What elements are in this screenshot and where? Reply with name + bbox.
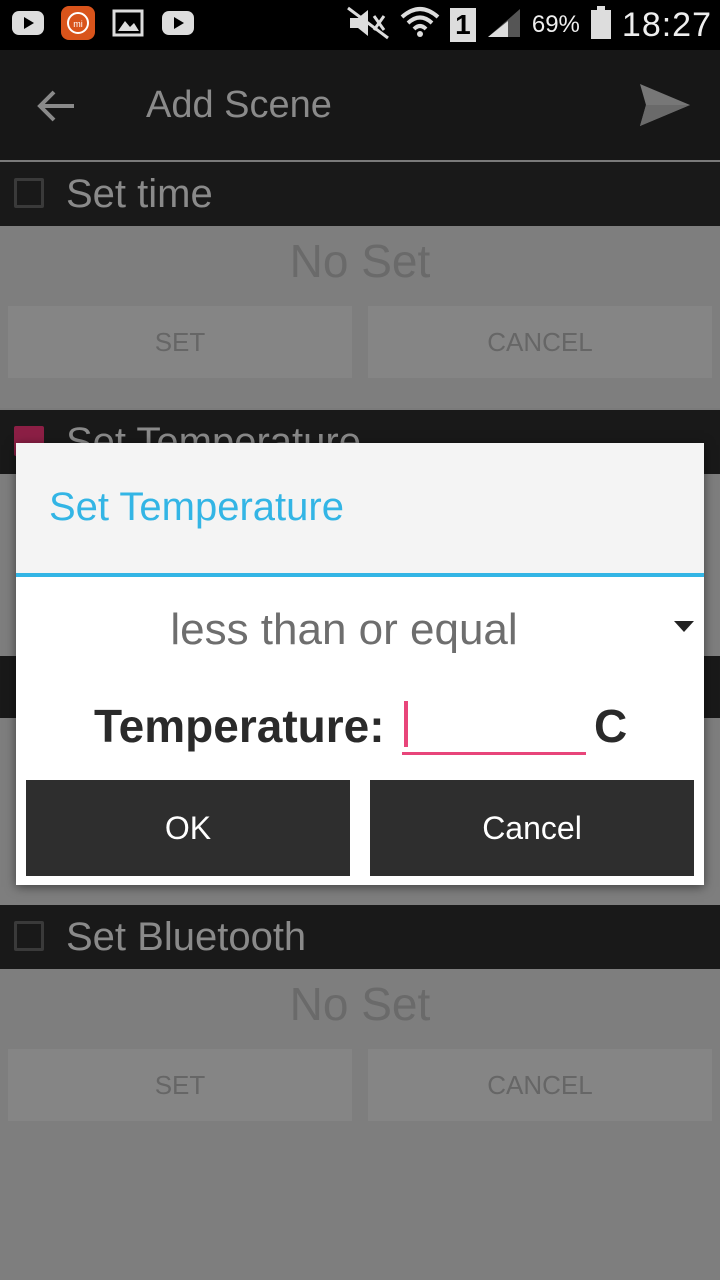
section-header-time: Set time — [0, 162, 720, 226]
section-label: Set time — [66, 172, 213, 216]
time-cancel-button[interactable]: CANCEL — [368, 306, 712, 378]
sim-icon: 1 — [449, 8, 476, 42]
mute-icon — [346, 6, 390, 45]
app-bar: Add Scene — [0, 50, 720, 160]
status-bar: mi 1 69% 18:27 — [0, 0, 720, 50]
gallery-icon — [110, 8, 146, 38]
bluetooth-checkbox[interactable] — [14, 921, 44, 951]
bluetooth-value: No Set — [289, 978, 431, 1030]
time-value: No Set — [289, 235, 431, 287]
comparison-value: less than or equal — [170, 605, 518, 654]
dialog-header: Set Temperature — [16, 443, 704, 577]
cancel-button[interactable]: Cancel — [370, 780, 694, 876]
text-cursor — [404, 701, 408, 747]
temperature-label: Temperature: — [94, 700, 385, 752]
dropdown-arrow-icon — [674, 621, 694, 632]
comparison-spinner[interactable]: less than or equal — [16, 577, 704, 677]
send-icon[interactable] — [636, 80, 692, 130]
section-header-bluetooth: Set Bluetooth — [0, 905, 720, 969]
page-title: Add Scene — [146, 84, 332, 126]
section-body-time: No Set SET CANCEL — [0, 226, 720, 408]
battery-icon — [590, 5, 612, 45]
back-arrow-icon[interactable] — [36, 88, 76, 124]
ok-button[interactable]: OK — [26, 780, 350, 876]
bluetooth-cancel-button[interactable]: CANCEL — [368, 1049, 712, 1121]
temperature-input[interactable] — [402, 699, 586, 755]
svg-text:mi: mi — [73, 19, 83, 29]
signal-icon — [486, 7, 522, 44]
dialog-title: Set Temperature — [49, 485, 344, 529]
youtube-icon — [10, 8, 46, 38]
unit-label: C — [594, 700, 628, 752]
section-label: Set Bluetooth — [66, 915, 307, 959]
time-checkbox[interactable] — [14, 178, 44, 208]
time-set-button[interactable]: SET — [8, 306, 352, 378]
set-temperature-dialog: Set Temperature less than or equal Tempe… — [16, 443, 704, 885]
section-body-bluetooth: No Set SET CANCEL — [0, 969, 720, 1280]
bluetooth-set-button[interactable]: SET — [8, 1049, 352, 1121]
clock: 18:27 — [621, 5, 712, 44]
temperature-row: Temperature: C — [16, 691, 704, 761]
battery-percent: 69% — [531, 11, 580, 38]
youtube-icon — [160, 8, 196, 38]
mi-icon: mi — [60, 6, 96, 40]
wifi-icon — [400, 5, 440, 46]
